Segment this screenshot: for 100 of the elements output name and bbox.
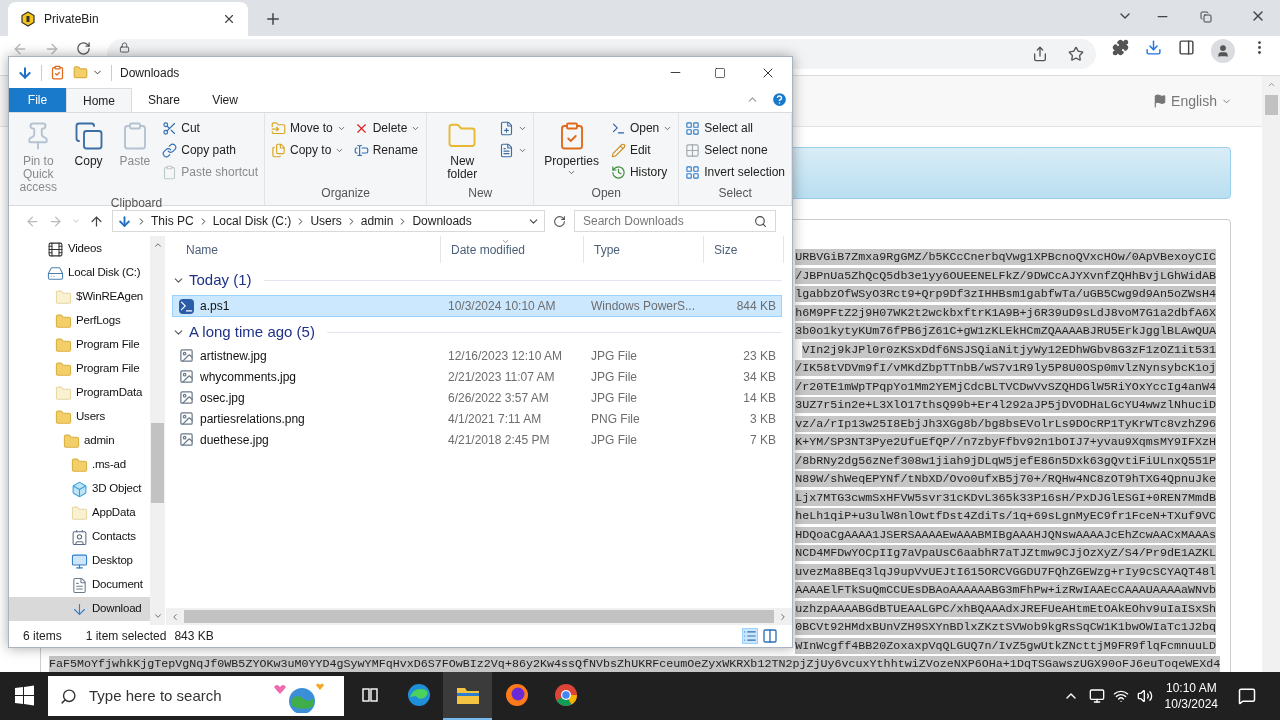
ribbon-tab[interactable]: View (196, 88, 255, 112)
up-icon[interactable] (89, 213, 104, 229)
breadcrumb[interactable]: Local Disk (C:) (212, 212, 292, 230)
nav-item[interactable]: Local Disk (C:) (9, 261, 150, 285)
download-icon[interactable] (1145, 39, 1162, 56)
help-icon[interactable] (771, 91, 788, 108)
ribbon-button[interactable]: Copy (69, 117, 108, 168)
nav-item[interactable]: admin (9, 429, 150, 453)
scroll-up-icon[interactable] (152, 240, 163, 250)
ribbon-button[interactable]: Select none (685, 139, 785, 161)
scroll-right-icon[interactable] (778, 611, 788, 622)
nav-item[interactable]: 3D Object (9, 477, 150, 501)
ribbon-button[interactable]: Delete (353, 117, 421, 139)
ribbon-button[interactable]: Edit (610, 139, 673, 161)
ribbon-button[interactable]: New folder (433, 117, 492, 181)
nav-item[interactable]: Videos (9, 237, 150, 261)
file-row[interactable]: artistnew.jpg 12/16/2023 12:10 AM JPG File 23 KB (172, 345, 782, 366)
maximize-icon[interactable] (714, 66, 726, 79)
ribbon-button[interactable]: Copy path (162, 139, 258, 161)
ribbon-tab[interactable]: File (9, 88, 66, 112)
nav-item[interactable]: ProgramData (9, 381, 150, 405)
extensions-icon[interactable] (1112, 39, 1129, 56)
breadcrumb[interactable]: Downloads (412, 212, 472, 230)
ribbon-button[interactable]: Move to (271, 117, 346, 139)
folder-copy-icon (271, 142, 286, 158)
clipboard-icon (162, 164, 178, 180)
nav-item[interactable]: AppData (9, 501, 150, 525)
reload-icon[interactable] (76, 41, 91, 56)
nav-item[interactable]: Users (9, 405, 150, 429)
network-icon[interactable] (1112, 688, 1129, 704)
ribbon-button[interactable]: Copy to (271, 139, 346, 161)
clock[interactable]: 10:10 AM 10/3/2024 (1160, 680, 1222, 712)
browser-tab[interactable]: PrivateBin (8, 2, 248, 36)
nav-item[interactable]: PerfLogs (9, 309, 150, 333)
tiles-view-icon[interactable] (762, 628, 778, 644)
search-field[interactable]: Search Downloads (574, 210, 776, 232)
volume-icon[interactable] (1136, 688, 1153, 704)
language-dropdown[interactable]: English (1153, 90, 1232, 112)
ribbon-button[interactable]: Rename (353, 139, 421, 161)
address-bar[interactable]: This PC Local Disk (C:) Users admin Downloads (112, 210, 545, 232)
details-view-icon[interactable] (742, 628, 758, 644)
scrollbar[interactable] (1262, 76, 1280, 672)
group-header[interactable]: A long time ago (5) (189, 320, 315, 344)
nav-item[interactable]: Contacts (9, 525, 150, 549)
ribbon-button[interactable]: Select all (685, 117, 785, 139)
scroll-left-icon[interactable] (170, 611, 180, 622)
group-header[interactable]: Today (1) (189, 268, 252, 292)
breadcrumb[interactable]: This PC (151, 212, 194, 230)
ribbon-tab[interactable]: Home (66, 88, 132, 112)
taskbar-app[interactable] (443, 672, 492, 720)
group-label: Clipboard (109, 195, 164, 212)
nav-item[interactable]: Download (9, 597, 150, 621)
date-cell-text: 4/21/2018 2:45 PM (447, 431, 551, 449)
date-cell-text: 10/3/2024 10:10 AM (447, 298, 557, 315)
nav-item[interactable]: Program File (9, 333, 150, 357)
monitor-icon (71, 552, 88, 570)
scroll-down-icon[interactable] (152, 611, 163, 621)
ribbon-button[interactable]: Properties (540, 117, 603, 177)
search-field[interactable]: Type here to search (48, 676, 344, 716)
refresh-icon[interactable] (553, 214, 566, 228)
file-row[interactable]: whycomments.jpg 2/21/2023 11:07 AM JPG File 34 KB (172, 366, 782, 387)
nav-item[interactable]: Program File (9, 357, 150, 381)
scrollbar[interactable] (150, 236, 165, 625)
new-tab-icon[interactable] (264, 10, 282, 28)
scroll-thumb[interactable] (151, 423, 164, 503)
scroll-thumb[interactable] (184, 610, 774, 623)
share-icon[interactable] (1032, 46, 1048, 62)
close-icon[interactable] (222, 12, 236, 26)
fox-logo-icon (503, 682, 530, 708)
file-row[interactable]: osec.jpg 6/26/2022 3:57 AM JPG File 14 KB (172, 387, 782, 408)
checklist-icon[interactable] (50, 65, 65, 80)
column-header[interactable]: Date modified (441, 236, 584, 263)
breadcrumb[interactable]: Users (310, 212, 342, 230)
column-header[interactable]: Size (704, 236, 784, 263)
ribbon-button[interactable]: Cut (162, 117, 258, 139)
restore-icon[interactable] (1200, 11, 1212, 23)
contact-card-icon (71, 528, 88, 546)
profile-avatar[interactable] (1211, 39, 1235, 63)
file-row[interactable]: a.ps1 10/3/2024 10:10 AM Windows PowerS... 844 KB (172, 295, 782, 317)
column-header[interactable]: Name (176, 236, 441, 263)
bookmark-star-icon[interactable] (1068, 46, 1084, 62)
ribbon-tab[interactable]: Share (132, 88, 197, 112)
nav-item[interactable]: .ms-ad (9, 453, 150, 477)
breadcrumb[interactable]: admin (360, 212, 394, 230)
column-header[interactable]: Type (584, 236, 704, 263)
scroll-thumb[interactable] (1264, 95, 1278, 115)
side-panel-icon[interactable] (1178, 39, 1195, 56)
drive-icon (47, 264, 64, 282)
ribbon-button[interactable]: History (610, 161, 673, 183)
file-row[interactable]: partiesrelations.png 4/1/2021 7:11 AM PNG File 3 KB (172, 408, 782, 429)
document-icon (499, 120, 515, 136)
nav-item[interactable]: Desktop (9, 549, 150, 573)
nav-item[interactable]: $WinREAgen (9, 285, 150, 309)
file-row[interactable]: duethese.jpg 4/21/2018 2:45 PM JPG File 7 KB (172, 429, 782, 450)
ribbon-button[interactable]: Open (610, 117, 673, 139)
ribbon-button[interactable]: Invert selection (685, 161, 785, 183)
download-arrow-icon[interactable] (17, 64, 33, 81)
horizontal-scrollbar[interactable] (166, 608, 792, 625)
notifications-icon[interactable] (1238, 687, 1256, 705)
nav-item[interactable]: Document (9, 573, 150, 597)
